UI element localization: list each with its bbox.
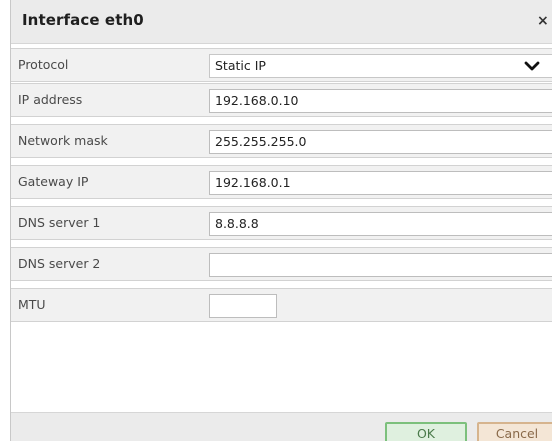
row-network-mask: Network mask 255.255.255.0 <box>11 124 552 158</box>
ip-address-input[interactable]: 192.168.0.10 <box>209 89 552 113</box>
row-dns-server-1: DNS server 1 8.8.8.8 <box>11 206 552 240</box>
ip-address-label: IP address <box>18 92 83 107</box>
mtu-label: MTU <box>18 297 46 312</box>
gateway-ip-label: Gateway IP <box>18 174 89 189</box>
dialog-titlebar: Interface eth0 × <box>11 0 552 44</box>
row-dns-server-2: DNS server 2 <box>11 247 552 281</box>
row-mtu: MTU <box>11 288 552 322</box>
network-mask-input[interactable]: 255.255.255.0 <box>209 130 552 154</box>
network-mask-label: Network mask <box>18 133 108 148</box>
interface-dialog: Interface eth0 × Protocol Static IP IP a… <box>10 0 552 441</box>
dns-server-1-label: DNS server 1 <box>18 215 101 230</box>
gateway-ip-input[interactable]: 192.168.0.1 <box>209 171 552 195</box>
dialog-footer: OK Cancel <box>11 412 552 441</box>
close-icon[interactable]: × <box>537 12 552 30</box>
mtu-input[interactable] <box>209 294 277 318</box>
row-protocol: Protocol Static IP <box>11 48 552 82</box>
chevron-down-icon[interactable] <box>522 56 542 76</box>
protocol-select[interactable]: Static IP <box>209 54 552 78</box>
cancel-button[interactable]: Cancel <box>477 422 552 441</box>
dns-server-1-input[interactable]: 8.8.8.8 <box>209 212 552 236</box>
dns-server-2-label: DNS server 2 <box>18 256 101 271</box>
protocol-value: Static IP <box>215 58 266 73</box>
ok-button[interactable]: OK <box>385 422 467 441</box>
row-ip-address: IP address 192.168.0.10 <box>11 83 552 117</box>
row-gateway-ip: Gateway IP 192.168.0.1 <box>11 165 552 199</box>
protocol-label: Protocol <box>18 57 69 72</box>
dns-server-2-input[interactable] <box>209 253 552 277</box>
dialog-title: Interface eth0 <box>22 11 144 29</box>
